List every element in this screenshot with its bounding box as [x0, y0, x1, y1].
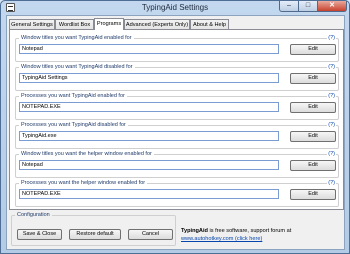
group-processes-enabled: Processes you want TypingAid enabled for…	[15, 93, 339, 120]
footer-description: is free software, support forum at	[207, 228, 292, 234]
close-button[interactable]: ✕	[318, 1, 347, 12]
group-helper-processes: Processes you want the helper window ena…	[15, 180, 339, 207]
edit-button[interactable]: Edit	[290, 131, 336, 142]
save-close-button[interactable]: Save & Close	[17, 229, 62, 240]
client-area: General Settings Wordlist Box Programs A…	[6, 15, 345, 250]
group-titles-enabled: Window titles you want TypingAid enabled…	[15, 35, 339, 62]
help-link[interactable]: (?)	[327, 180, 336, 186]
help-link[interactable]: (?)	[327, 35, 336, 41]
processes-enabled-field[interactable]: NOTEPAD.EXE	[19, 102, 279, 112]
programs-panel: Window titles you want TypingAid enabled…	[9, 29, 344, 210]
title-bar[interactable]: TypingAid Settings – □ ✕	[1, 1, 349, 15]
footer-app-name: TypingAid	[181, 228, 208, 234]
help-link[interactable]: (?)	[327, 151, 336, 157]
group-label: Window titles you want TypingAid disable…	[19, 64, 135, 70]
help-link[interactable]: (?)	[327, 64, 336, 70]
group-label: Processes you want the helper window ena…	[19, 180, 148, 186]
titles-disabled-field[interactable]: TypingAid Settings	[19, 73, 279, 83]
cancel-button[interactable]: Cancel	[128, 229, 173, 240]
edit-button[interactable]: Edit	[290, 160, 336, 171]
group-label: Window titles you want the helper window…	[19, 151, 154, 157]
edit-button[interactable]: Edit	[290, 44, 336, 55]
restore-default-button[interactable]: Restore default	[69, 229, 121, 240]
settings-window: TypingAid Settings – □ ✕ General Setting…	[0, 0, 350, 254]
help-link[interactable]: (?)	[327, 93, 336, 99]
maximize-button[interactable]: □	[299, 1, 318, 12]
edit-button[interactable]: Edit	[290, 189, 336, 200]
helper-titles-field[interactable]: Notepad	[19, 160, 279, 170]
group-label: Processes you want TypingAid enabled for	[19, 93, 127, 99]
group-processes-disabled: Processes you want TypingAid disabled fo…	[15, 122, 339, 149]
support-forum-link[interactable]: www.autohotkey.com (click here)	[181, 236, 262, 242]
minimize-button[interactable]: –	[279, 1, 299, 12]
help-link[interactable]: (?)	[327, 122, 336, 128]
footer-info: TypingAid is free software, support foru…	[181, 227, 291, 243]
edit-button[interactable]: Edit	[290, 73, 336, 84]
titles-enabled-field[interactable]: Notepad	[19, 44, 279, 54]
group-titles-disabled: Window titles you want TypingAid disable…	[15, 64, 339, 91]
configuration-label: Configuration	[15, 212, 52, 218]
group-label: Window titles you want TypingAid enabled…	[19, 35, 134, 41]
edit-button[interactable]: Edit	[290, 102, 336, 113]
tab-programs[interactable]: Programs	[94, 18, 124, 30]
group-helper-titles: Window titles you want the helper window…	[15, 151, 339, 178]
processes-disabled-field[interactable]: TypingAid.exe	[19, 131, 279, 141]
group-label: Processes you want TypingAid disabled fo…	[19, 122, 128, 128]
configuration-group: Configuration Save & Close Restore defau…	[11, 212, 176, 246]
helper-processes-field[interactable]: NOTEPAD.EXE	[19, 189, 279, 199]
